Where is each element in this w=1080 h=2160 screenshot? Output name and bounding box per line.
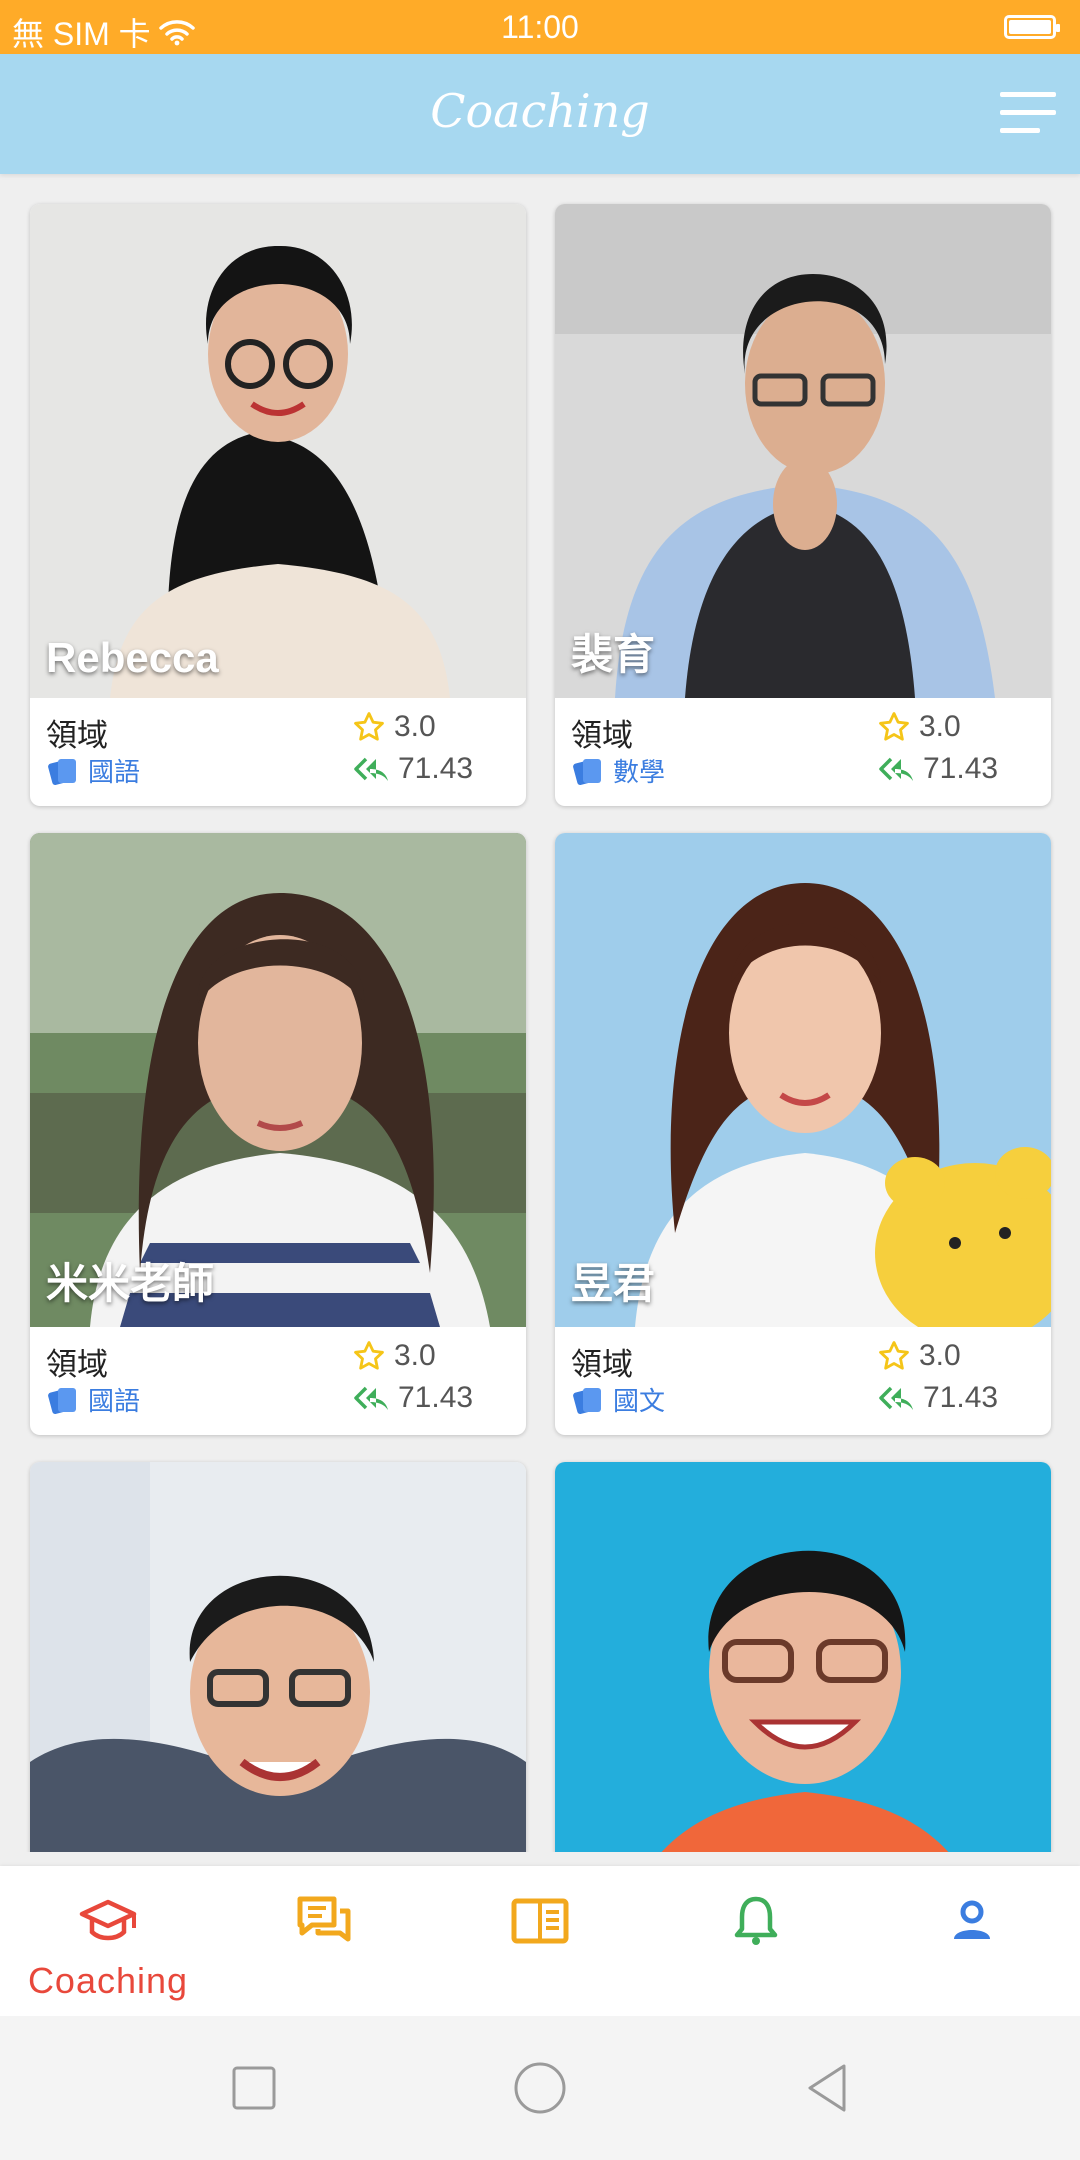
teacher-photo: Rebecca [30, 204, 526, 698]
subject-text: 國語 [88, 1386, 141, 1416]
rating-value: 3.0 [394, 710, 436, 743]
subject-tag: 國語 [46, 1381, 140, 1418]
reply-rate-value: 71.43 [923, 752, 999, 785]
reply-rate: 71.43 [877, 1381, 998, 1415]
nav-articles[interactable] [432, 1866, 648, 2016]
field-label: 領域 [571, 718, 633, 753]
nav-profile[interactable] [864, 1866, 1080, 2016]
reply-rate: 71.43 [877, 752, 998, 786]
teacher-photo [555, 1462, 1051, 1852]
field-label: 領域 [46, 718, 108, 753]
rating-value: 3.0 [919, 1339, 961, 1372]
teacher-name: 米米老師 [46, 1260, 215, 1307]
star-icon [879, 1341, 909, 1370]
reply-all-icon [879, 1386, 913, 1410]
system-navigation-bar [0, 2016, 1080, 2160]
reply-all-icon [354, 757, 388, 781]
subject-tag: 數學 [571, 752, 665, 789]
book-tag-icon [573, 758, 601, 785]
nav-coaching[interactable]: Coaching [0, 1866, 216, 2016]
nav-notifications[interactable] [648, 1866, 864, 2016]
subject-text: 國語 [88, 757, 141, 787]
subject-tag: 國語 [46, 752, 140, 789]
rating: 3.0 [352, 1339, 436, 1373]
subject-text: 數學 [613, 757, 666, 787]
reply-rate: 71.43 [352, 752, 473, 786]
teacher-name: Rebecca [46, 634, 219, 681]
subject-tag: 國文 [571, 1381, 665, 1418]
triangle-back-icon [808, 2064, 846, 2112]
teacher-card[interactable] [30, 1462, 526, 1852]
book-tag-icon [573, 1387, 601, 1414]
status-bar: 無 SIM 卡 11:00 [0, 0, 1080, 54]
teacher-photo: 昱君 [555, 833, 1051, 1327]
reply-rate-value: 71.43 [923, 1381, 999, 1414]
rating-value: 3.0 [919, 710, 961, 743]
teacher-photo: 米米老師 [30, 833, 526, 1327]
reply-all-icon [879, 757, 913, 781]
recent-apps-button[interactable] [222, 2056, 286, 2120]
reply-rate: 71.43 [352, 1381, 473, 1415]
field-label: 領域 [571, 1347, 633, 1382]
teacher-grid: Rebecca 領域 國語 3.0 71.43 裴育 領域 數學 3.0 71.… [0, 174, 1080, 1852]
teacher-card[interactable]: 米米老師 領域 國語 3.0 71.43 [30, 833, 526, 1435]
star-icon [354, 1341, 384, 1370]
teacher-card[interactable]: 裴育 領域 數學 3.0 71.43 [555, 204, 1051, 806]
circle-icon [514, 2062, 566, 2114]
reply-all-icon [354, 1386, 388, 1410]
rating: 3.0 [352, 710, 436, 744]
teacher-card[interactable] [555, 1462, 1051, 1852]
battery-icon [1004, 15, 1060, 39]
subject-text: 國文 [613, 1386, 666, 1416]
teacher-name: 昱君 [571, 1260, 656, 1307]
star-icon [354, 712, 384, 741]
teacher-photo [30, 1462, 526, 1852]
teacher-info: 領域 國文 3.0 71.43 [555, 1327, 1051, 1435]
rating: 3.0 [877, 710, 961, 744]
rating: 3.0 [877, 1339, 961, 1373]
reply-rate-value: 71.43 [398, 1381, 474, 1414]
book-tag-icon [48, 1387, 76, 1414]
graduation-cap-icon [58, 1888, 158, 1954]
teacher-card[interactable]: Rebecca 領域 國語 3.0 71.43 [30, 204, 526, 806]
reply-rate-value: 71.43 [398, 752, 474, 785]
rating-value: 3.0 [394, 1339, 436, 1372]
nav-coaching-label: Coaching [27, 1960, 189, 2001]
profile-icon [922, 1888, 1022, 1954]
bottom-navigation: Coaching [0, 1866, 1080, 2016]
square-icon [232, 2066, 276, 2110]
nav-messages[interactable] [216, 1866, 432, 2016]
book-tag-icon [48, 758, 76, 785]
star-icon [879, 712, 909, 741]
field-label: 領域 [46, 1347, 108, 1382]
teacher-info: 領域 國語 3.0 71.43 [30, 698, 526, 806]
clock: 11:00 [501, 9, 579, 45]
teacher-card[interactable]: 昱君 領域 國文 3.0 71.43 [555, 833, 1051, 1435]
book-icon [490, 1888, 590, 1954]
home-button[interactable] [508, 2056, 572, 2120]
hamburger-menu-icon[interactable] [1000, 92, 1056, 136]
chat-bubbles-icon [274, 1888, 374, 1954]
app-bar: Coaching [0, 54, 1080, 174]
app-title: Coaching [430, 84, 650, 138]
bell-icon [706, 1888, 806, 1954]
teacher-name: 裴育 [571, 631, 656, 678]
teacher-info: 領域 數學 3.0 71.43 [555, 698, 1051, 806]
teacher-photo: 裴育 [555, 204, 1051, 698]
teacher-info: 領域 國語 3.0 71.43 [30, 1327, 526, 1435]
back-button[interactable] [796, 2056, 860, 2120]
